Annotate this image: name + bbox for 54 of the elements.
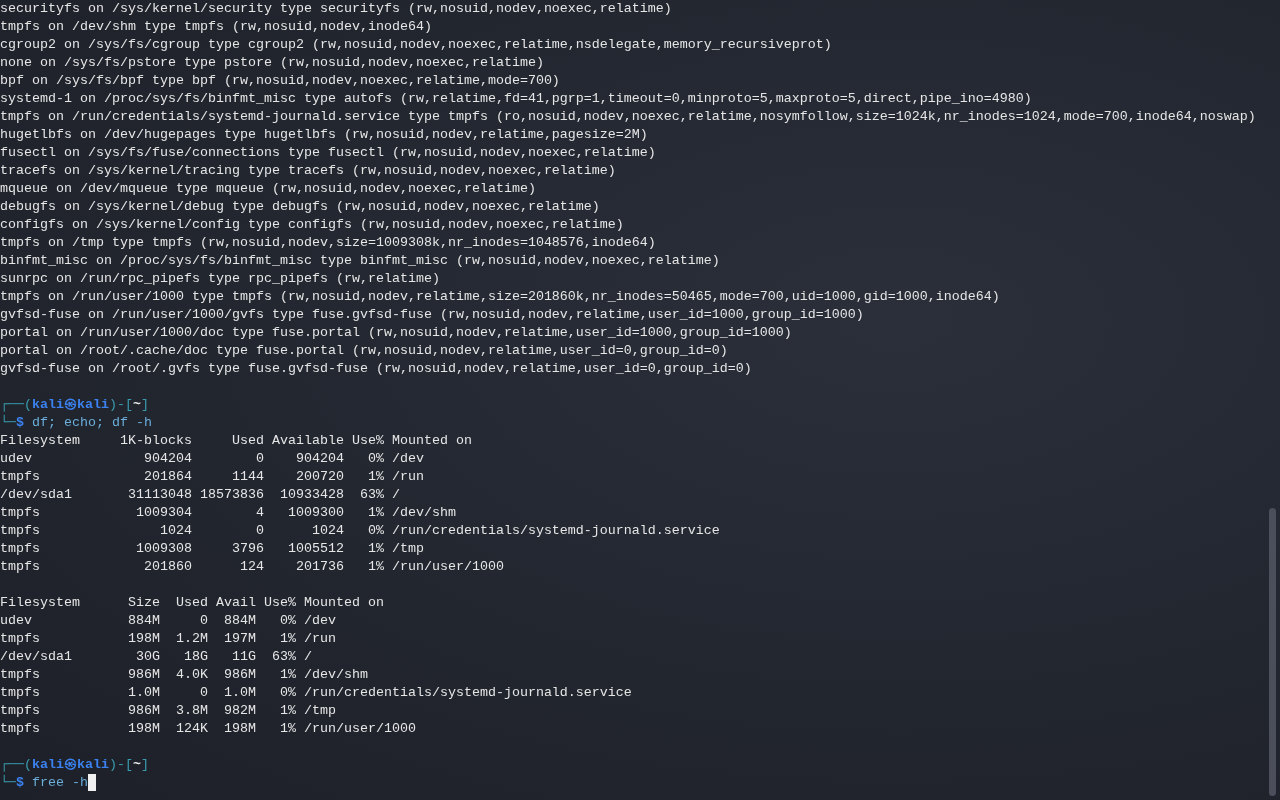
prompt-symbol: $: [16, 775, 24, 790]
prompt-frame: )-[: [109, 757, 133, 772]
prompt-user: kali㉿kali: [32, 757, 109, 772]
output-line: tmpfs on /dev/shm type tmpfs (rw,nosuid,nodev,inode64): [0, 19, 432, 34]
output-line: systemd-1 on /proc/sys/fs/binfmt_misc type autofs (rw,relatime,fd=41,pgrp=1,timeout=0,minproto=5,maxproto=5,direct,pipe_ino=4980): [0, 91, 1032, 106]
prompt-frame: └─: [0, 415, 16, 430]
output-line: /dev/sda1 31113048 18573836 10933428 63% /: [0, 487, 400, 502]
output-line: mqueue on /dev/mqueue type mqueue (rw,nosuid,nodev,noexec,relatime): [0, 181, 536, 196]
output-line: tmpfs 198M 1.2M 197M 1% /run: [0, 631, 336, 646]
output-line: tmpfs 986M 3.8M 982M 1% /tmp: [0, 703, 336, 718]
output-line: tmpfs 198M 124K 198M 1% /run/user/1000: [0, 721, 416, 736]
output-line: tmpfs on /run/credentials/systemd-journald.service type tmpfs (ro,nosuid,nodev,noexec,relatime,nosymfollow,size=1024k,nr_inodes=1024,mode=700,inode64,noswap): [0, 109, 1256, 124]
output-line: fusectl on /sys/fs/fuse/connections type fusectl (rw,nosuid,nodev,noexec,relatime): [0, 145, 656, 160]
output-line: portal on /run/user/1000/doc type fuse.portal (rw,nosuid,nodev,relatime,user_id=1000,group_id=1000): [0, 325, 792, 340]
output-line: Filesystem 1K-blocks Used Available Use% Mounted on: [0, 433, 472, 448]
scrollbar-thumb[interactable]: [1269, 508, 1276, 796]
output-line: hugetlbfs on /dev/hugepages type hugetlbfs (rw,nosuid,nodev,relatime,pagesize=2M): [0, 127, 648, 142]
prompt-frame: ]: [141, 757, 149, 772]
output-line: tmpfs 1009308 3796 1005512 1% /tmp: [0, 541, 424, 556]
output-line: tmpfs 1.0M 0 1.0M 0% /run/credentials/systemd-journald.service: [0, 685, 632, 700]
output-line: debugfs on /sys/kernel/debug type debugfs (rw,nosuid,nodev,noexec,relatime): [0, 199, 600, 214]
output-line: tmpfs 1009304 4 1009300 1% /dev/shm: [0, 505, 456, 520]
output-line: configfs on /sys/kernel/config type configfs (rw,nosuid,nodev,noexec,relatime): [0, 217, 624, 232]
prompt-symbol: $: [16, 415, 24, 430]
output-line: sunrpc on /run/rpc_pipefs type rpc_pipefs (rw,relatime): [0, 271, 440, 286]
output-line: tmpfs 1024 0 1024 0% /run/credentials/systemd-journald.service: [0, 523, 720, 538]
output-line: tracefs on /sys/kernel/tracing type tracefs (rw,nosuid,nodev,noexec,relatime): [0, 163, 616, 178]
prompt-frame: ┌──(: [0, 757, 32, 772]
output-line: portal on /root/.cache/doc type fuse.portal (rw,nosuid,nodev,relatime,user_id=0,group_id=0): [0, 343, 728, 358]
command-text: df; echo; df -h: [32, 415, 152, 430]
prompt-directory: ~: [133, 397, 141, 412]
output-line: tmpfs 201864 1144 200720 1% /run: [0, 469, 424, 484]
output-line: securityfs on /sys/kernel/security type securityfs (rw,nosuid,nodev,noexec,relatime): [0, 1, 672, 16]
output-line: tmpfs on /tmp type tmpfs (rw,nosuid,nodev,size=1009308k,nr_inodes=1048576,inode64): [0, 235, 656, 250]
output-line: Filesystem Size Used Avail Use% Mounted on: [0, 595, 384, 610]
output-line: binfmt_misc on /proc/sys/fs/binfmt_misc type binfmt_misc (rw,nosuid,nodev,noexec,relatime): [0, 253, 720, 268]
output-line: bpf on /sys/fs/bpf type bpf (rw,nosuid,nodev,noexec,relatime,mode=700): [0, 73, 560, 88]
output-line: tmpfs 201860 124 201736 1% /run/user/1000: [0, 559, 504, 574]
prompt-frame: ┌──(: [0, 397, 32, 412]
output-line: /dev/sda1 30G 18G 11G 63% /: [0, 649, 312, 664]
output-line: udev 904204 0 904204 0% /dev: [0, 451, 424, 466]
prompt-frame: )-[: [109, 397, 133, 412]
output-line: gvfsd-fuse on /root/.gvfs type fuse.gvfsd-fuse (rw,nosuid,nodev,relatime,user_id=0,group_id=0): [0, 361, 752, 376]
prompt-directory: ~: [133, 757, 141, 772]
output-line: gvfsd-fuse on /run/user/1000/gvfs type fuse.gvfsd-fuse (rw,nosuid,nodev,relatime,user_id=1000,group_id=1000): [0, 307, 864, 322]
command-text: free -h: [32, 775, 88, 790]
output-line: tmpfs 986M 4.0K 986M 1% /dev/shm: [0, 667, 368, 682]
prompt-frame: └─: [0, 775, 16, 790]
prompt-user: kali㉿kali: [32, 397, 109, 412]
prompt-frame: ]: [141, 397, 149, 412]
output-line: udev 884M 0 884M 0% /dev: [0, 613, 336, 628]
output-line: tmpfs on /run/user/1000 type tmpfs (rw,nosuid,nodev,relatime,size=201860k,nr_inodes=50465,mode=700,uid=1000,gid=1000,inode64): [0, 289, 1000, 304]
output-line: cgroup2 on /sys/fs/cgroup type cgroup2 (rw,nosuid,nodev,noexec,relatime,nsdelegate,memory_recursiveprot): [0, 37, 832, 52]
output-line: none on /sys/fs/pstore type pstore (rw,nosuid,nodev,noexec,relatime): [0, 55, 544, 70]
